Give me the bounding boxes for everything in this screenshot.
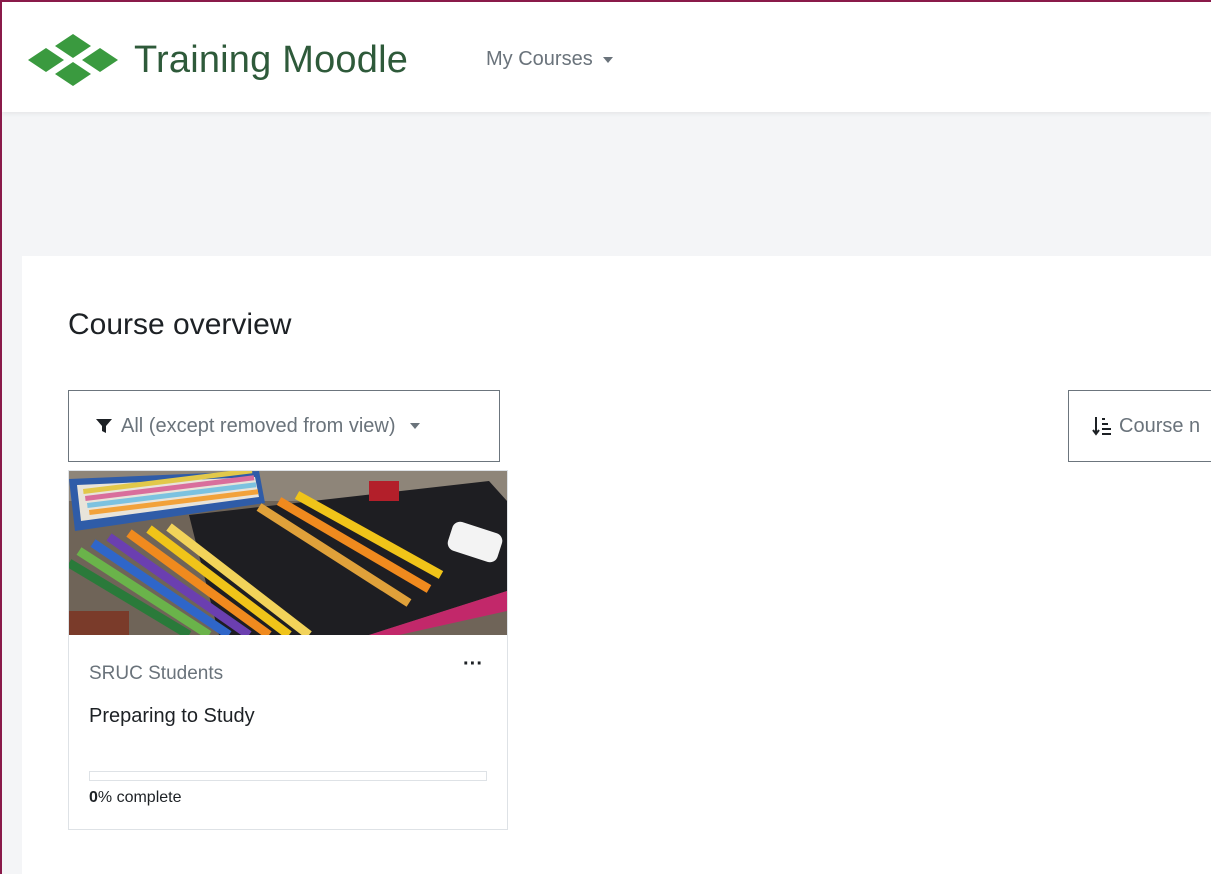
sort-label: Course n (1119, 414, 1201, 437)
course-overview-block: Course overview All (except removed from… (22, 256, 1211, 874)
course-progress-text: 0% complete (89, 789, 182, 807)
caret-down-icon (602, 56, 613, 63)
filter-dropdown-button[interactable]: All (except removed from view) (68, 390, 500, 462)
course-name-link[interactable]: Preparing to Study (89, 705, 255, 728)
caret-down-icon (409, 423, 420, 429)
sort-descending-icon (1092, 417, 1111, 436)
course-actions-menu-icon[interactable]: ··· (461, 654, 485, 677)
course-card[interactable]: SRUC Students ··· Preparing to Study 0% … (68, 470, 508, 830)
my-courses-label: My Courses (486, 48, 593, 70)
sort-dropdown-button[interactable]: Course n (1068, 390, 1211, 462)
filter-label: All (except removed from view) (121, 414, 396, 437)
course-image[interactable] (69, 471, 507, 635)
pencil-case-image (69, 471, 507, 635)
my-courses-menu[interactable]: My Courses (486, 48, 613, 71)
funnel-icon (96, 419, 112, 433)
moodle-logo-icon (28, 34, 118, 86)
page-frame: Training Moodle My Courses Course overvi… (0, 0, 1211, 874)
brand-name: Training Moodle (134, 38, 409, 81)
progress-percent: 0 (89, 789, 98, 806)
course-category: SRUC Students (89, 663, 224, 684)
brand-link[interactable]: Training Moodle (26, 30, 408, 90)
progress-suffix: % complete (97, 789, 182, 806)
top-navbar: Training Moodle My Courses (2, 2, 1211, 112)
course-progress-bar (89, 771, 487, 781)
page-title: Course overview (68, 308, 292, 341)
